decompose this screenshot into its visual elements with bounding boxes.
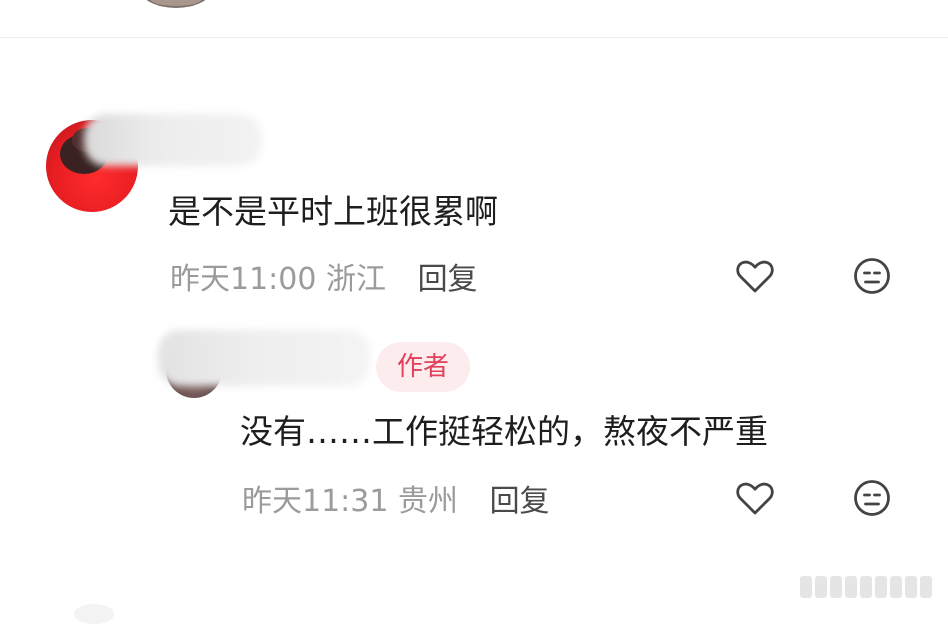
watermark	[800, 574, 942, 600]
watermark-glyph	[860, 576, 872, 598]
reply-location: 贵州	[398, 484, 459, 519]
reply-reply-button[interactable]: 回复	[490, 484, 550, 519]
neutral-face-icon[interactable]	[850, 476, 894, 520]
reply-button[interactable]: 回复	[418, 262, 478, 297]
reply-meta: 昨天11:31 贵州 回复	[242, 484, 550, 520]
author-badge: 作者	[376, 342, 470, 392]
reply-text: 没有……工作挺轻松的，熬夜不严重	[240, 412, 768, 451]
divider	[0, 37, 948, 38]
reply-time: 昨天11:31	[242, 484, 389, 519]
comment-text: 是不是平时上班很累啊	[168, 192, 498, 231]
heart-icon[interactable]	[733, 254, 777, 298]
commenter-name-blurred[interactable]	[84, 114, 262, 166]
comment-meta: 昨天11:00 浙江 回复	[170, 262, 478, 298]
next-comment-avatar[interactable]	[74, 604, 114, 624]
watermark-glyph	[920, 576, 932, 598]
watermark-glyph	[875, 576, 887, 598]
comment-location: 浙江	[326, 262, 387, 297]
watermark-glyph	[830, 576, 842, 598]
watermark-glyph	[905, 576, 917, 598]
reply-author-name-blurred[interactable]	[158, 330, 370, 386]
watermark-glyph	[815, 576, 827, 598]
comment-time: 昨天11:00	[170, 262, 317, 297]
neutral-face-icon[interactable]	[850, 254, 894, 298]
watermark-glyph	[800, 576, 812, 598]
watermark-glyph	[845, 576, 857, 598]
heart-icon[interactable]	[733, 476, 777, 520]
watermark-glyph	[890, 576, 902, 598]
previous-comment-avatar[interactable]	[140, 0, 212, 8]
